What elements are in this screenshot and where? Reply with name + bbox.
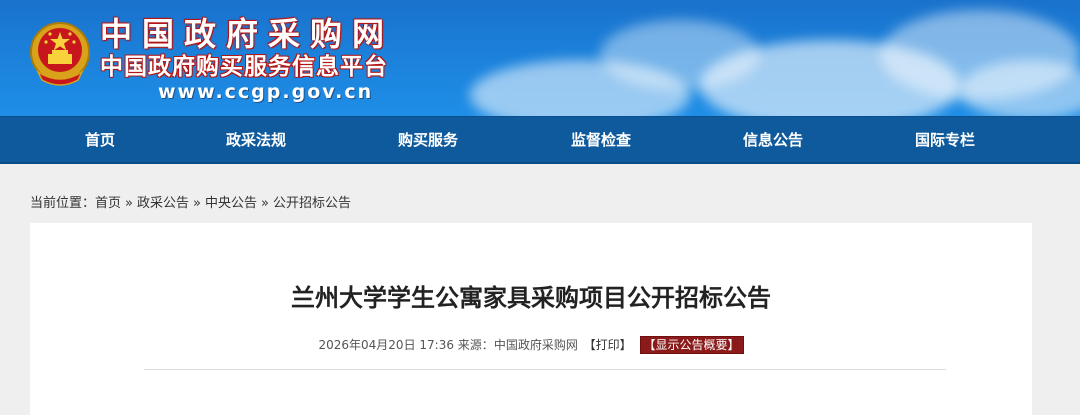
breadcrumb-separator: » xyxy=(261,196,269,211)
breadcrumb-separator: » xyxy=(193,196,201,211)
header-banner: 中国政府采购网 中国政府购买服务信息平台 www.ccgp.gov.cn xyxy=(0,0,1080,116)
site-subtitle: 中国政府购买服务信息平台 xyxy=(100,54,388,80)
source-label: 来源： xyxy=(457,338,494,352)
source-name: 中国政府采购网 xyxy=(493,338,578,352)
breadcrumb-separator: » xyxy=(125,196,133,211)
breadcrumb-link-home[interactable]: 首页 xyxy=(95,196,121,211)
nav-item-announcements[interactable]: 信息公告 xyxy=(743,117,803,163)
nav-item-home[interactable]: 首页 xyxy=(85,117,115,163)
breadcrumb-prefix: 当前位置： xyxy=(30,196,96,211)
nav-item-regulations[interactable]: 政采法规 xyxy=(226,117,286,163)
article-meta: 2026年04月20日 17:36 来源：中国政府采购网 【打印】 【显示公告概… xyxy=(30,336,1032,354)
national-emblem-icon xyxy=(28,20,92,88)
breadcrumb-link-central[interactable]: 中央公告 xyxy=(205,196,257,211)
nav-item-international[interactable]: 国际专栏 xyxy=(915,117,975,163)
main-nav: 首页 政采法规 购买服务 监督检查 信息公告 国际专栏 xyxy=(0,116,1080,164)
print-link[interactable]: 【打印】 xyxy=(584,338,632,352)
show-summary-button[interactable]: 【显示公告概要】 xyxy=(639,336,744,354)
site-url: www.ccgp.gov.cn xyxy=(158,81,374,103)
breadcrumb-link-announcements[interactable]: 政采公告 xyxy=(137,196,189,211)
divider xyxy=(144,369,946,370)
publish-datetime: 2026年04月20日 17:36 xyxy=(318,338,454,352)
nav-item-purchase-services[interactable]: 购买服务 xyxy=(398,117,458,163)
nav-item-supervision[interactable]: 监督检查 xyxy=(571,117,631,163)
article-title: 兰州大学学生公寓家具采购项目公开招标公告 xyxy=(291,284,771,312)
content-panel: 兰州大学学生公寓家具采购项目公开招标公告 2026年04月20日 17:36 来… xyxy=(30,223,1032,415)
site-title: 中国政府采购网 xyxy=(100,15,395,53)
breadcrumb: 当前位置：首页 » 政采公告 » 中央公告 » 公开招标公告 xyxy=(30,192,351,211)
breadcrumb-link-open-tender[interactable]: 公开招标公告 xyxy=(273,196,351,211)
